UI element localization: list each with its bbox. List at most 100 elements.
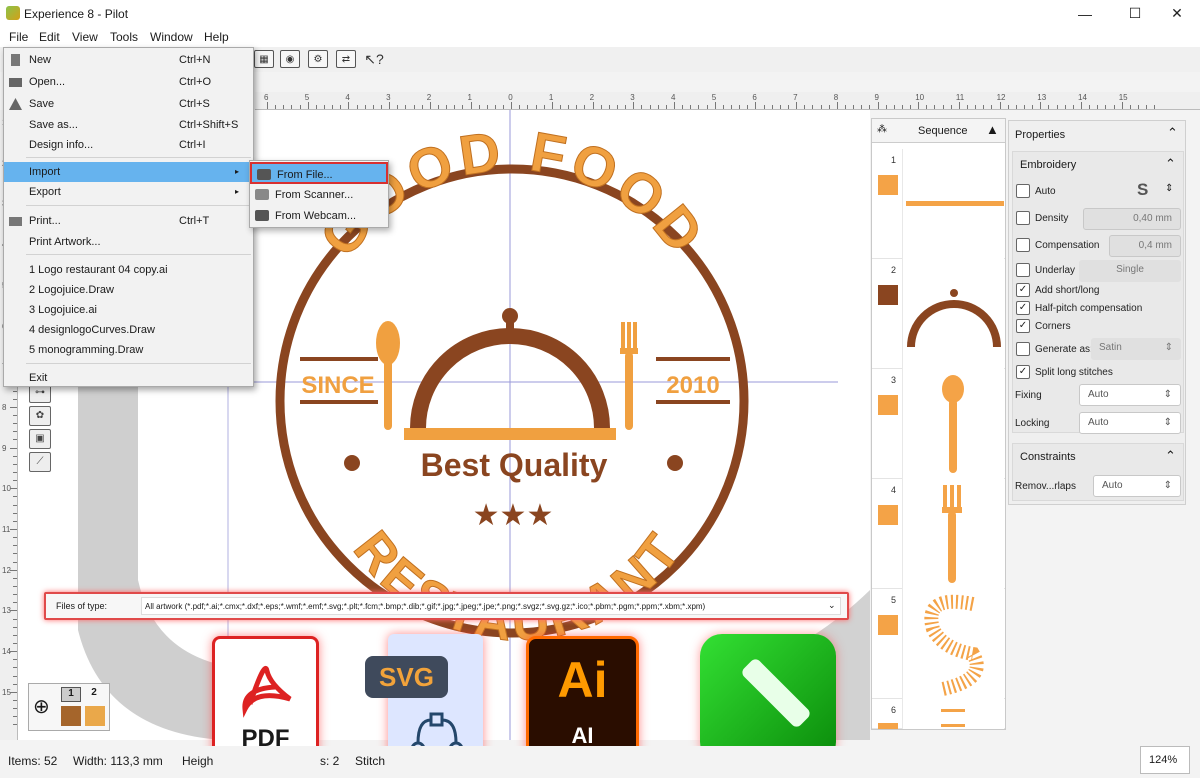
sequence-number: 4 xyxy=(891,485,897,495)
ruler-tick xyxy=(1121,102,1123,109)
sequence-row[interactable]: 1 xyxy=(872,149,1005,259)
collapse-constraints-icon[interactable]: ⌃ xyxy=(1165,448,1176,464)
add-short-long-checkbox[interactable]: ✓ xyxy=(1016,283,1030,297)
maximize-button[interactable]: ☐ xyxy=(1112,0,1158,27)
chevron-down-icon[interactable]: ⌄ xyxy=(828,600,836,611)
hoop-icon[interactable]: ▣ xyxy=(29,429,51,449)
recent-file-1[interactable]: 1 Logo restaurant 04 copy.ai xyxy=(4,260,253,280)
sequence-number: 2 xyxy=(891,265,897,275)
underlay-checkbox[interactable] xyxy=(1016,263,1030,277)
menu-window[interactable]: Window xyxy=(150,30,193,44)
menu-import[interactable]: Import ▸ xyxy=(4,162,253,182)
minimize-button[interactable]: — xyxy=(1062,0,1108,27)
menu-export[interactable]: Export ▸ xyxy=(4,182,253,202)
ruler-label: 6 xyxy=(264,93,269,102)
menu-edit[interactable]: Edit xyxy=(39,30,60,44)
collapse-icon[interactable]: ▲ xyxy=(986,122,999,137)
menu-view[interactable]: View xyxy=(72,30,98,44)
locking-select[interactable]: Auto ⇕ xyxy=(1079,412,1181,434)
ruler-tick xyxy=(1015,105,1017,109)
split-long-checkbox[interactable]: ✓ xyxy=(1016,365,1030,379)
density-checkbox[interactable] xyxy=(1016,211,1030,225)
compensation-field[interactable]: 0,4 mm xyxy=(1109,235,1181,257)
ruler-tick xyxy=(560,105,562,109)
from-scanner-item[interactable]: From Scanner... xyxy=(250,184,388,206)
fixing-select[interactable]: Auto ⇕ xyxy=(1079,384,1181,406)
color-swatch xyxy=(878,505,898,525)
ruler-tick xyxy=(494,105,496,109)
ruler-tick xyxy=(13,512,17,514)
layer-2-tab[interactable]: 2 xyxy=(84,687,104,702)
status-bar: Items: 52 Width: 113,3 mm Heigh s: 2 Sti… xyxy=(0,746,1200,778)
generate-as-select[interactable]: Satin ⇕ xyxy=(1091,338,1181,360)
ruler-label: 9 xyxy=(2,443,7,453)
from-file-item[interactable]: From File... xyxy=(250,162,388,184)
menu-design-info[interactable]: Design info... Ctrl+I xyxy=(4,135,253,155)
recent-file-3[interactable]: 3 Logojuice.ai xyxy=(4,300,253,320)
sequence-settings-icon[interactable]: ⁂ xyxy=(877,124,887,135)
grid-icon[interactable]: ▦ xyxy=(254,50,274,68)
spinner-icon[interactable]: ⇕ xyxy=(1165,183,1173,194)
menu-open[interactable]: Open... Ctrl+O xyxy=(4,72,253,92)
add-layer-icon[interactable]: ⊕ xyxy=(33,694,50,719)
ruler-tick xyxy=(714,102,716,109)
close-button[interactable]: ✕ xyxy=(1154,0,1200,27)
ruler-tick xyxy=(641,105,643,109)
recent-file-5[interactable]: 5 monogramming.Draw xyxy=(4,340,253,360)
corners-checkbox[interactable]: ✓ xyxy=(1016,319,1030,333)
file-menu-dropdown: New Ctrl+N Open... Ctrl+O Save Ctrl+S Save … xyxy=(3,47,254,387)
menu-save[interactable]: Save Ctrl+S xyxy=(4,94,253,114)
underlay-field[interactable]: Single xyxy=(1079,260,1181,282)
collapse-properties-icon[interactable]: ⌃ xyxy=(1167,125,1178,141)
eye-icon[interactable]: ◉ xyxy=(280,50,300,68)
from-webcam-item[interactable]: From Webcam... xyxy=(250,205,388,227)
ruler-tick xyxy=(543,105,545,109)
color-swatch xyxy=(878,723,898,729)
ruler-tick xyxy=(763,105,765,109)
menu-save-as[interactable]: Save as... Ctrl+Shift+S xyxy=(4,115,253,135)
measure-icon[interactable]: ⟋ xyxy=(29,452,51,472)
recent-file-4[interactable]: 4 designlogoCurves.Draw xyxy=(4,320,253,340)
layer-1-tab[interactable]: 1 xyxy=(61,687,81,702)
collapse-embroidery-icon[interactable]: ⌃ xyxy=(1165,156,1176,172)
sequence-row[interactable]: 5 xyxy=(872,589,1005,699)
corners-label: Corners xyxy=(1035,321,1071,332)
remove-overlaps-select[interactable]: Auto ⇕ xyxy=(1093,475,1181,497)
sequence-row[interactable]: 2 xyxy=(872,259,1005,369)
density-field[interactable]: 0,40 mm xyxy=(1083,208,1181,230)
menu-help[interactable]: Help xyxy=(204,30,229,44)
menu-file[interactable]: File xyxy=(9,30,28,44)
sequence-row[interactable]: 3 xyxy=(872,369,1005,479)
horizontal-ruler-right: 9 10 11 12 13 14 15 xyxy=(870,92,1200,110)
ruler-tick xyxy=(722,105,724,109)
menu-new[interactable]: New Ctrl+N xyxy=(4,50,253,70)
recent-file-2[interactable]: 2 Logojuice.Draw xyxy=(4,280,253,300)
ruler-tick xyxy=(380,105,382,109)
palette-icon[interactable]: ✿ xyxy=(29,406,51,426)
compensation-checkbox[interactable] xyxy=(1016,238,1030,252)
left-tool-strip: ⊶ ✿ ▣ ⟋ xyxy=(28,380,56,480)
sewing-machine-icon[interactable]: ⚙ xyxy=(308,50,328,68)
status-items: Items: 52 xyxy=(8,754,58,768)
menu-separator xyxy=(26,157,251,158)
zoom-level[interactable]: 124% xyxy=(1140,746,1190,774)
menu-tools[interactable]: Tools xyxy=(110,30,138,44)
half-pitch-checkbox[interactable]: ✓ xyxy=(1016,301,1030,315)
menu-print-artwork[interactable]: Print Artwork... xyxy=(4,232,253,252)
stitch-type-icon[interactable]: S xyxy=(1137,180,1148,200)
menu-print[interactable]: Print... Ctrl+T xyxy=(4,211,253,231)
menu-exit[interactable]: Exit xyxy=(4,368,253,388)
files-of-type-select[interactable]: All artwork (*.pdf;*.ai;*.cmx;*.dxf;*.ep… xyxy=(141,597,841,615)
ruler-tick xyxy=(13,496,17,498)
help-pointer-icon[interactable]: ↖? xyxy=(364,50,384,68)
pdf-format-icon: PDF xyxy=(212,636,319,763)
auto-checkbox[interactable] xyxy=(1016,184,1030,198)
ruler-tick xyxy=(836,102,838,109)
generate-as-checkbox[interactable] xyxy=(1016,342,1030,356)
ruler-tick xyxy=(1032,105,1034,109)
sequence-thumbnail xyxy=(902,259,1004,369)
sequence-row[interactable]: 4 xyxy=(872,479,1005,589)
sequence-row[interactable]: 6 xyxy=(872,699,1005,729)
transfer-icon[interactable]: ⇄ xyxy=(336,50,356,68)
ruler-tick xyxy=(1146,105,1148,109)
